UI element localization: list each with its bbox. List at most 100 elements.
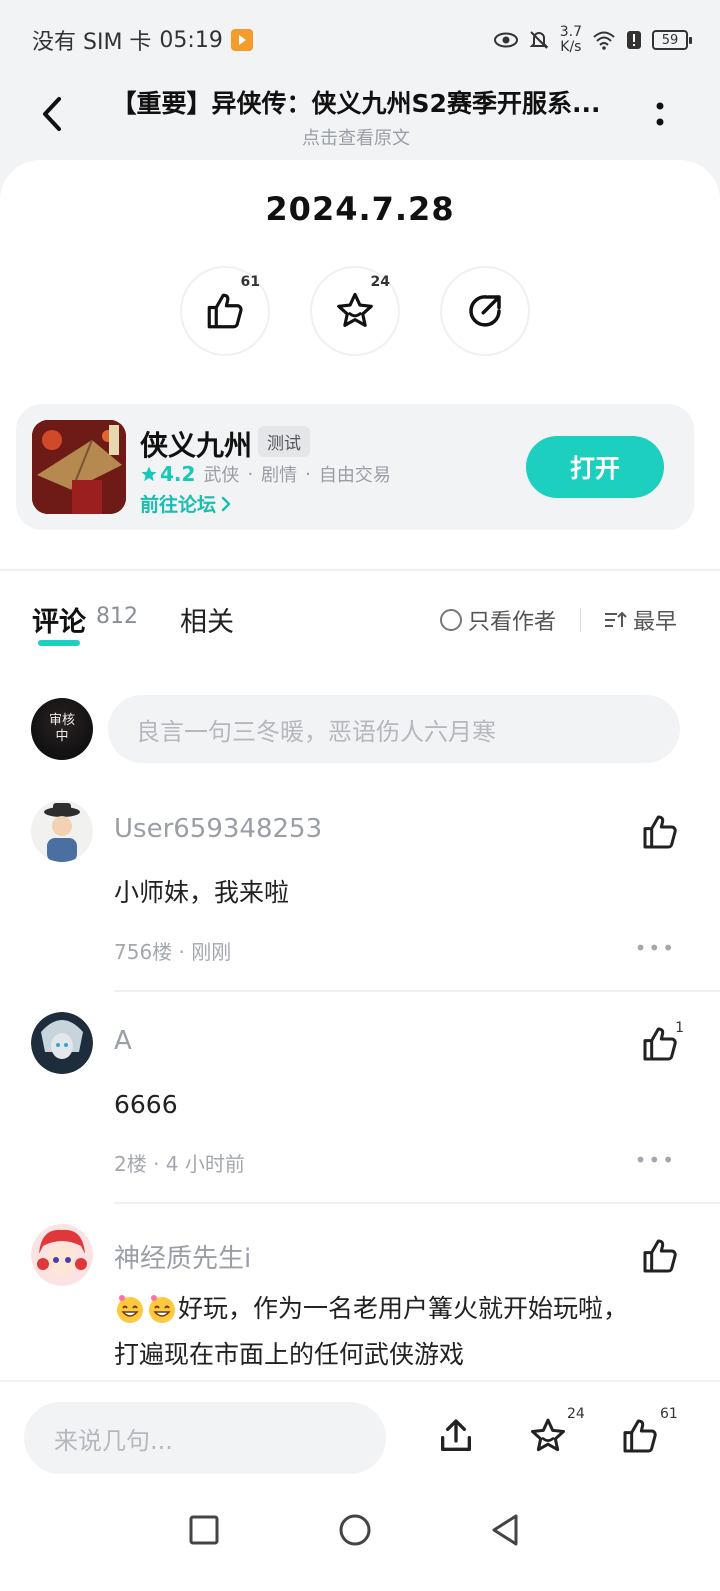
game-name: 侠义九州	[140, 429, 253, 462]
author-only-toggle[interactable]: 只看作者	[440, 604, 556, 636]
game-icon[interactable]	[32, 420, 126, 514]
rating-star-icon	[141, 466, 157, 482]
system-nav-bar	[0, 1490, 720, 1591]
comment-composer: 审核 中 良言一句三冬暖，恶语伤人六月寒	[0, 695, 720, 765]
game-card[interactable]: 侠义九州 测试 4.2 武侠 · 剧情 · 自由交易 前往论坛 打开	[16, 404, 694, 530]
thumbs-up-icon[interactable]	[640, 812, 680, 852]
back-button[interactable]	[30, 92, 74, 136]
more-icon[interactable]: •••	[635, 936, 676, 960]
commenter-name[interactable]: User659348253	[114, 814, 322, 844]
page-title: 【重要】异侠传：侠义九州S2赛季开服系...	[111, 89, 601, 118]
comment-item: User659348253 小师妹，我来啦 756楼 · 刚刚 •••	[0, 800, 720, 992]
comment-text: 小师妹，我来啦	[114, 878, 290, 907]
recent-apps-icon[interactable]	[186, 1512, 222, 1548]
share-upload-icon[interactable]	[436, 1416, 476, 1456]
tab-comments[interactable]: 评论	[32, 600, 86, 639]
net-speed-unit: K/s	[560, 39, 582, 55]
comment-divider	[114, 1202, 720, 1204]
tab-related[interactable]: 相关	[180, 600, 234, 639]
more-options-button[interactable]	[640, 94, 680, 134]
home-icon[interactable]	[337, 1512, 373, 1548]
favorite-count: 24	[370, 274, 390, 290]
view-original-link[interactable]: 点击查看原文	[96, 124, 616, 150]
comment-text-line: 好玩，作为一名老用户篝火就开始玩啦，	[178, 1294, 629, 1323]
go-to-forum-link[interactable]: 前往论坛	[140, 490, 232, 517]
game-rating-value: 4.2	[160, 462, 196, 486]
mute-bell-icon	[529, 31, 549, 49]
status-bar: 没有 SIM 卡 05:19 3.7 K/s 59	[0, 0, 720, 80]
comment-divider	[114, 990, 720, 992]
comments-count: 812	[96, 604, 138, 629]
genre-separator: ·	[305, 463, 311, 485]
like-post-button[interactable]: 61	[180, 266, 270, 356]
game-rating: 4.2	[140, 462, 195, 486]
game-genre: 剧情	[261, 465, 298, 486]
status-left: 没有 SIM 卡 05:19	[32, 24, 253, 56]
sort-label: 最早	[633, 610, 678, 635]
top-bar: 【重要】异侠传：侠义九州S2赛季开服系... 点击查看原文	[0, 80, 720, 160]
favorite-count: 24	[567, 1406, 585, 1422]
battery-indicator: 59	[652, 30, 692, 50]
comment-line: 好玩，作为一名老用户篝火就开始玩啦，	[114, 1286, 674, 1332]
star-icon[interactable]	[528, 1416, 568, 1456]
game-genre: 武侠	[203, 465, 240, 486]
chevron-left-icon	[43, 97, 61, 131]
section-divider	[0, 569, 720, 571]
post-date: 2024.7.28	[265, 190, 455, 228]
radio-circle-icon	[440, 609, 462, 631]
reply-input[interactable]: 来说几句...	[24, 1402, 386, 1474]
comment-text-line: 打遍现在市面上的任何武侠游戏	[114, 1340, 465, 1369]
sort-icon	[605, 611, 627, 627]
net-speed: 3.7 K/s	[560, 25, 582, 55]
like-count: 61	[660, 1406, 678, 1422]
comment-like-count: 1	[675, 1020, 684, 1036]
play-notification-icon	[230, 29, 253, 51]
comment-item: A 1 6666 2楼 · 4 小时前 •••	[0, 1012, 720, 1204]
genre-separator: ·	[247, 463, 254, 485]
comment-text: 好玩，作为一名老用户篝火就开始玩啦， 打遍现在市面上的任何武侠游戏	[114, 1286, 674, 1378]
bottom-action-bar: 来说几句... 24 61	[0, 1380, 720, 1490]
net-speed-value: 3.7	[559, 24, 582, 40]
comment-input[interactable]: 良言一句三冬暖，恶语伤人六月寒	[108, 695, 680, 763]
avatar[interactable]	[31, 1012, 93, 1074]
comment-meta: 756楼 · 刚刚	[114, 940, 232, 964]
game-meta: 4.2 武侠 · 剧情 · 自由交易	[140, 461, 391, 487]
comment-tabs: 评论 812 相关 只看作者 最早	[0, 596, 720, 656]
game-genre: 自由交易	[318, 465, 391, 486]
share-post-button[interactable]	[440, 266, 530, 356]
back-triangle-icon[interactable]	[488, 1512, 524, 1548]
content-card: 2024.7.28 61 24 侠义九州 测试 4.2 武侠 · 剧情 · 自由…	[0, 160, 720, 1591]
status-right: 3.7 K/s 59	[493, 25, 692, 55]
forum-link-label: 前往论坛	[140, 494, 217, 516]
grinning-emoji-icon	[117, 1295, 143, 1323]
commenter-name[interactable]: A	[114, 1026, 132, 1056]
carrier-text: 没有 SIM 卡	[32, 30, 152, 55]
sort-button[interactable]: 最早	[603, 604, 677, 636]
more-icon[interactable]: •••	[635, 1148, 676, 1172]
commenter-name[interactable]: 神经质先生i	[114, 1238, 251, 1275]
vertical-dots-icon	[656, 102, 664, 126]
comment-meta: 2楼 · 4 小时前	[114, 1152, 245, 1176]
avatar[interactable]	[31, 1224, 93, 1286]
my-avatar[interactable]: 审核 中	[31, 698, 93, 760]
avatar-review-text: 审核	[48, 713, 75, 728]
wifi-icon	[593, 31, 615, 50]
comment-text: 6666	[114, 1090, 178, 1119]
avatar[interactable]	[31, 800, 93, 862]
thumbs-up-icon[interactable]	[640, 1236, 680, 1276]
filter-divider	[580, 608, 581, 632]
alert-icon	[627, 31, 641, 49]
grinning-emoji-icon	[149, 1295, 175, 1323]
star-icon	[337, 292, 373, 327]
thumbs-up-icon[interactable]	[640, 1024, 680, 1064]
open-game-button[interactable]: 打开	[526, 436, 664, 498]
clock: 05:19	[159, 27, 223, 53]
like-count: 61	[240, 274, 260, 290]
thumbs-up-icon	[207, 293, 243, 329]
author-only-label: 只看作者	[468, 610, 557, 635]
thumbs-up-icon[interactable]	[620, 1416, 660, 1456]
title-wrap[interactable]: 【重要】异侠传：侠义九州S2赛季开服系... 点击查看原文	[96, 84, 616, 150]
chevron-right-icon	[221, 496, 231, 511]
active-tab-indicator	[38, 640, 80, 646]
favorite-post-button[interactable]: 24	[310, 266, 400, 356]
